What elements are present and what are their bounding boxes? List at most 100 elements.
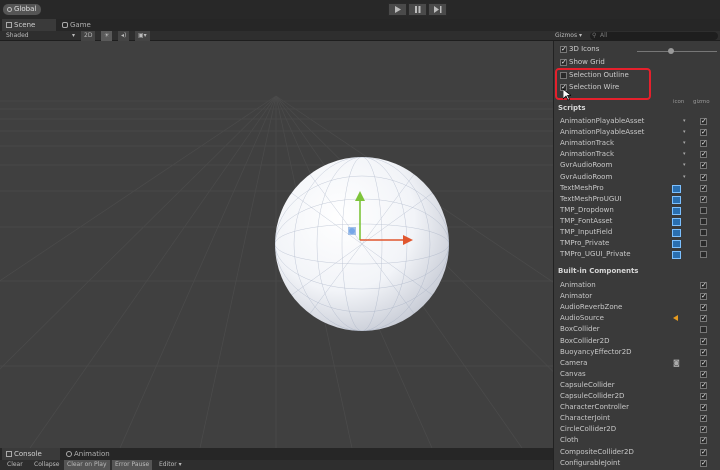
- list-item[interactable]: AudioSource: [558, 313, 716, 324]
- gizmo-checkbox[interactable]: [700, 194, 707, 205]
- gizmo-checkbox[interactable]: [700, 447, 707, 458]
- list-item[interactable]: AnimationPlayableAsset ▾: [558, 116, 716, 127]
- list-item[interactable]: TMPro_Private: [558, 238, 716, 249]
- gizmo-checkbox[interactable]: [700, 160, 707, 171]
- list-item[interactable]: CapsuleCollider2D: [558, 391, 716, 402]
- gizmo-checkbox[interactable]: [700, 251, 707, 259]
- list-item[interactable]: BoxCollider: [558, 324, 716, 335]
- gizmo-checkbox[interactable]: [700, 183, 707, 194]
- lighting-toggle-button[interactable]: ☀: [101, 31, 113, 41]
- list-item[interactable]: AnimationTrack ▾: [558, 138, 716, 149]
- gizmo-checkbox[interactable]: [700, 229, 707, 236]
- gizmo-checkbox[interactable]: [700, 413, 707, 424]
- gizmos-dropdown[interactable]: Gizmos ▾: [555, 31, 582, 41]
- pause-button[interactable]: [408, 3, 427, 16]
- gizmo-checkbox[interactable]: [700, 424, 707, 435]
- list-item[interactable]: CompositeCollider2D: [558, 447, 716, 458]
- gizmo-checkbox[interactable]: [700, 391, 707, 402]
- gizmo-checkbox[interactable]: [700, 149, 707, 160]
- gizmo-checkbox[interactable]: [700, 172, 707, 183]
- option-show-grid[interactable]: Show Grid: [554, 57, 720, 68]
- list-item[interactable]: Cloth: [558, 435, 716, 446]
- script-icon[interactable]: [672, 217, 681, 226]
- chevron-down-icon[interactable]: ▾: [683, 127, 686, 138]
- tab-game[interactable]: Game: [58, 19, 108, 31]
- list-item[interactable]: Animator: [558, 291, 716, 302]
- list-item[interactable]: TMP_FontAsset: [558, 216, 716, 227]
- camera-icon[interactable]: ◙: [673, 358, 680, 369]
- gizmo-checkbox[interactable]: [700, 127, 707, 138]
- list-item[interactable]: Canvas: [558, 369, 716, 380]
- script-icon[interactable]: [672, 206, 681, 215]
- list-item[interactable]: BoxCollider2D: [558, 336, 716, 347]
- step-button[interactable]: [428, 3, 447, 16]
- list-item[interactable]: Animation: [558, 280, 716, 291]
- gizmo-checkbox[interactable]: [700, 240, 707, 248]
- script-icon[interactable]: [672, 240, 681, 249]
- collapse-button[interactable]: Collapse: [31, 460, 63, 470]
- gizmo-checkbox[interactable]: [700, 336, 707, 347]
- gizmo-checkbox[interactable]: [700, 347, 707, 358]
- chevron-down-icon[interactable]: ▾: [683, 149, 686, 160]
- list-item[interactable]: TextMeshProUGUI: [558, 194, 716, 205]
- list-item[interactable]: GvrAudioRoom ▾: [558, 172, 716, 183]
- list-item[interactable]: CircleCollider2D: [558, 424, 716, 435]
- list-item[interactable]: TextMeshPro: [558, 183, 716, 194]
- list-item[interactable]: AnimationPlayableAsset ▾: [558, 127, 716, 138]
- gizmo-checkbox[interactable]: [700, 435, 707, 446]
- play-button[interactable]: [388, 3, 407, 16]
- gizmo-checkbox[interactable]: [700, 358, 707, 369]
- tab-animation[interactable]: Animation: [62, 448, 132, 460]
- gizmo-checkbox[interactable]: [700, 217, 707, 225]
- option-3d-icons[interactable]: 3D Icons: [554, 44, 720, 55]
- tab-console[interactable]: Console: [2, 448, 60, 460]
- gizmo-checkbox[interactable]: [700, 138, 707, 149]
- shading-mode-dropdown[interactable]: Shaded ▾: [6, 31, 75, 41]
- gizmo-checkbox[interactable]: [700, 313, 707, 324]
- chevron-down-icon[interactable]: ▾: [683, 116, 686, 127]
- list-item[interactable]: TMP_InputField: [558, 227, 716, 238]
- script-icon[interactable]: [672, 195, 681, 204]
- list-item[interactable]: GvrAudioRoom ▾: [558, 160, 716, 171]
- gizmo-checkbox[interactable]: [700, 291, 707, 302]
- list-item[interactable]: ConfigurableJoint: [558, 458, 716, 469]
- editor-dropdown[interactable]: Editor ▾: [156, 460, 185, 470]
- sphere[interactable]: [275, 157, 449, 331]
- chevron-down-icon[interactable]: ▾: [683, 172, 686, 183]
- list-item[interactable]: CharacterJoint: [558, 413, 716, 424]
- script-icon[interactable]: [672, 251, 681, 260]
- list-item[interactable]: BuoyancyEffector2D: [558, 347, 716, 358]
- chevron-down-icon[interactable]: ▾: [683, 138, 686, 149]
- list-item[interactable]: TMPro_UGUI_Private: [558, 249, 716, 260]
- gizmo-checkbox[interactable]: [700, 280, 707, 291]
- list-item[interactable]: AnimationTrack ▾: [558, 149, 716, 160]
- search-input[interactable]: ⚲ All: [590, 32, 718, 40]
- gizmo-checkbox[interactable]: [700, 302, 707, 313]
- gizmo-checkbox[interactable]: [700, 326, 707, 334]
- list-item[interactable]: Camera ◙: [558, 358, 716, 369]
- list-item[interactable]: AudioReverbZone: [558, 302, 716, 313]
- list-item[interactable]: CharacterController: [558, 402, 716, 413]
- checkbox[interactable]: [560, 57, 567, 68]
- gizmo-checkbox[interactable]: [700, 206, 707, 214]
- tab-scene[interactable]: Scene: [2, 19, 56, 31]
- gizmo-checkbox[interactable]: [700, 380, 707, 391]
- list-item[interactable]: CapsuleCollider: [558, 380, 716, 391]
- pivot-rotation-toggle[interactable]: Global: [3, 4, 41, 15]
- clear-button[interactable]: Clear: [4, 460, 26, 470]
- audio-toggle-button[interactable]: ◂): [118, 31, 130, 41]
- clear-on-play-button[interactable]: Clear on Play: [64, 460, 110, 470]
- checkbox[interactable]: [560, 44, 567, 55]
- scene-viewport[interactable]: [0, 41, 553, 448]
- effects-toggle-button[interactable]: ▣▾: [135, 31, 150, 41]
- chevron-down-icon[interactable]: ▾: [683, 160, 686, 171]
- gizmo-checkbox[interactable]: [700, 116, 707, 127]
- gizmo-checkbox[interactable]: [700, 458, 707, 469]
- toggle-2d-button[interactable]: 2D: [81, 31, 96, 41]
- script-icon[interactable]: [672, 184, 681, 193]
- list-item[interactable]: TMP_Dropdown: [558, 205, 716, 216]
- icon-size-slider[interactable]: [637, 51, 717, 52]
- script-icon[interactable]: [672, 229, 681, 237]
- slider-handle[interactable]: [668, 48, 674, 54]
- error-pause-button[interactable]: Error Pause: [112, 460, 153, 470]
